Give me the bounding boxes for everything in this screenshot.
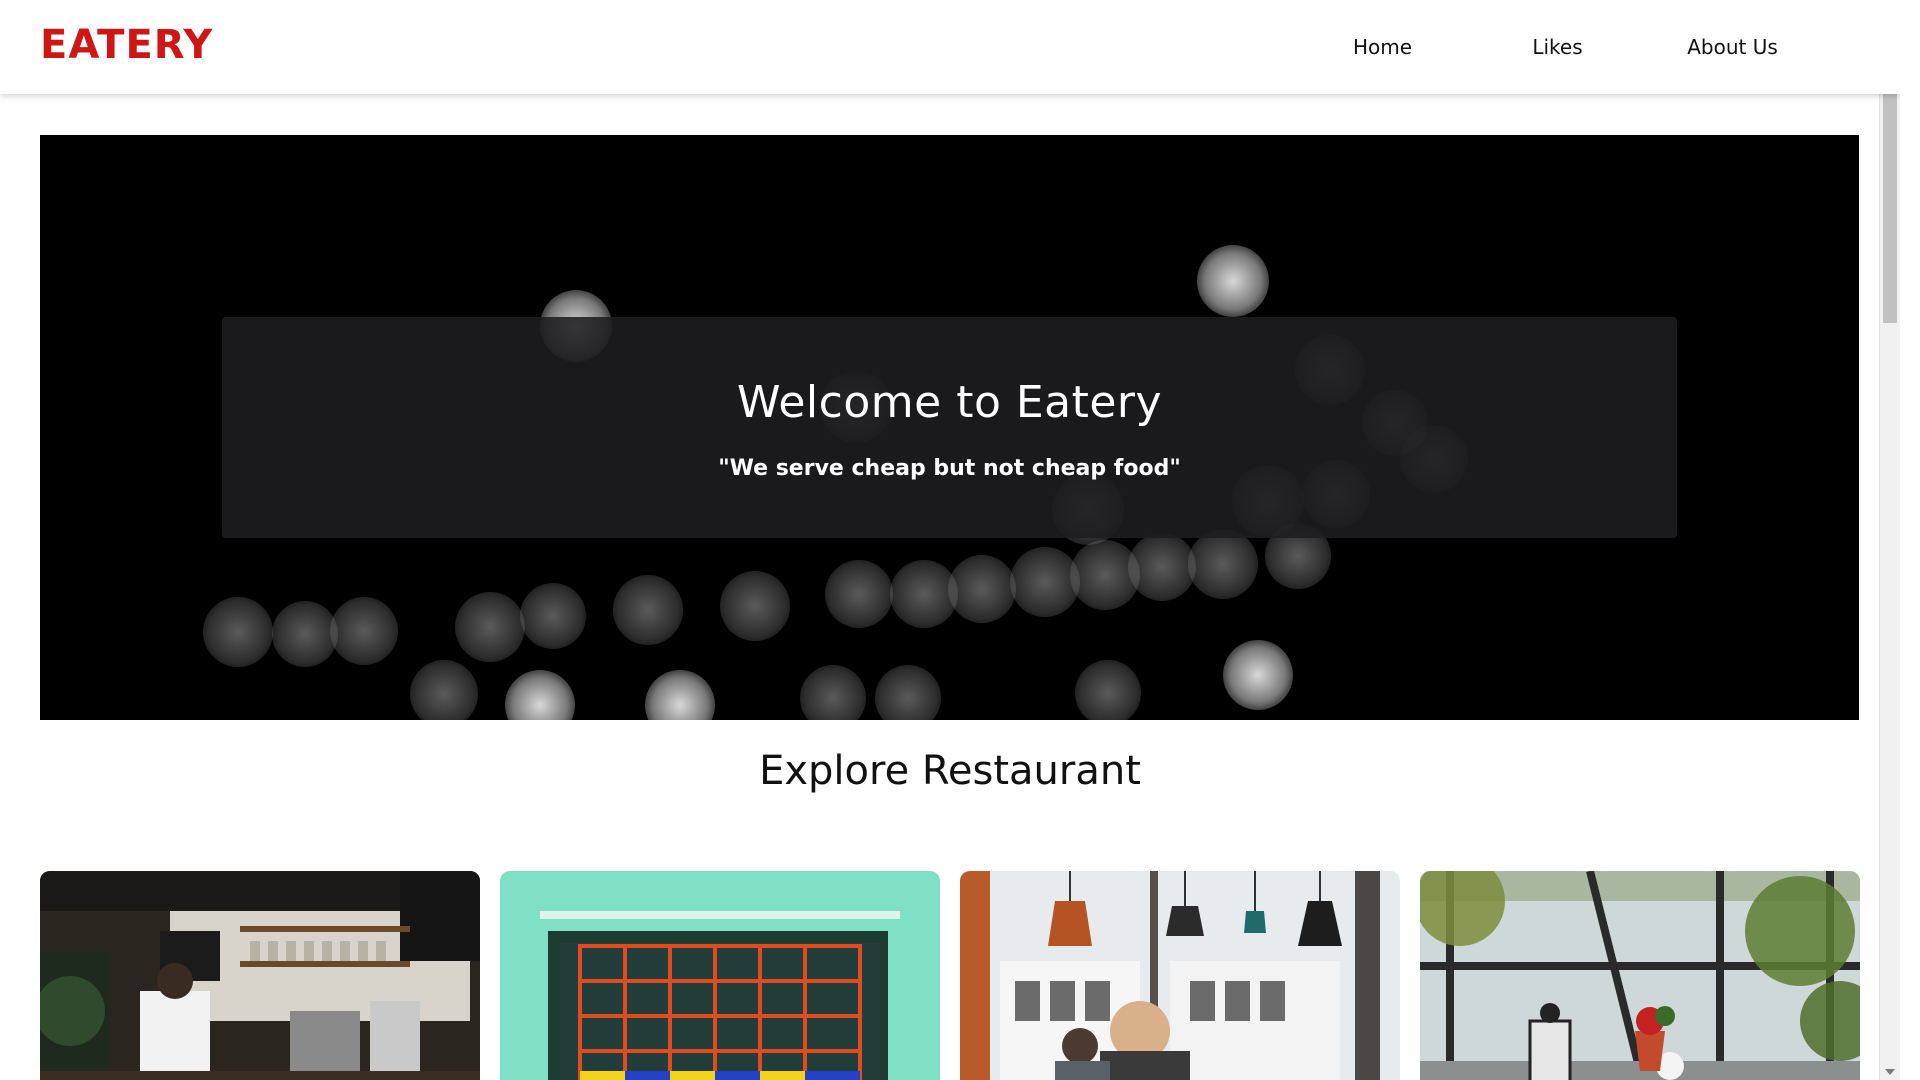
restaurant-card[interactable] [1420,871,1860,1080]
bokeh-light [520,583,586,649]
bokeh-light [330,597,398,665]
hero-caption-box: Welcome to Eatery "We serve cheap but no… [222,317,1677,538]
bokeh-light [410,660,478,720]
hero-tagline: "We serve cheap but not cheap food" [718,456,1181,481]
page-scrollbar[interactable] [1879,0,1900,1080]
page: EATERY Home Likes About Us Welcome to Ea… [0,0,1900,1080]
restaurant-kitchen-photo [40,871,480,1080]
bokeh-light [645,670,715,720]
teal-storefront-window-photo [500,871,940,1080]
bokeh-light [825,560,893,628]
bokeh-light [720,571,790,641]
main-nav: Home Likes About Us [1295,0,1820,94]
app-header: EATERY Home Likes About Us [0,0,1900,94]
nav-home-link[interactable]: Home [1295,35,1470,59]
bokeh-light [948,555,1016,623]
bokeh-light [1197,245,1269,317]
hero-banner: Welcome to Eatery "We serve cheap but no… [40,135,1859,720]
restaurant-card[interactable] [40,871,480,1080]
bokeh-light [1010,547,1080,617]
bokeh-light [613,575,683,645]
greenhouse-cafe-table-photo [1420,871,1860,1080]
restaurant-card[interactable] [500,871,940,1080]
bokeh-light [800,665,866,720]
nav-likes-link[interactable]: Likes [1470,35,1645,59]
bokeh-light [505,670,575,720]
nav-about-link[interactable]: About Us [1645,35,1820,59]
bokeh-light [203,597,273,667]
hero-title: Welcome to Eatery [736,377,1163,428]
bokeh-light [875,665,941,720]
explore-heading: Explore Restaurant [759,748,1141,794]
bokeh-light [1223,640,1293,710]
brand-logo[interactable]: EATERY [40,22,213,68]
bokeh-light [1075,660,1141,720]
bokeh-light [455,592,525,662]
bokeh-light [1188,529,1258,599]
cafe-pendant-lamps-photo [960,871,1400,1080]
bokeh-light [272,601,338,667]
bokeh-light [1128,533,1196,601]
restaurant-list [40,871,1860,1080]
scroll-down-arrow-icon[interactable] [1885,1069,1895,1075]
restaurant-card[interactable] [960,871,1400,1080]
